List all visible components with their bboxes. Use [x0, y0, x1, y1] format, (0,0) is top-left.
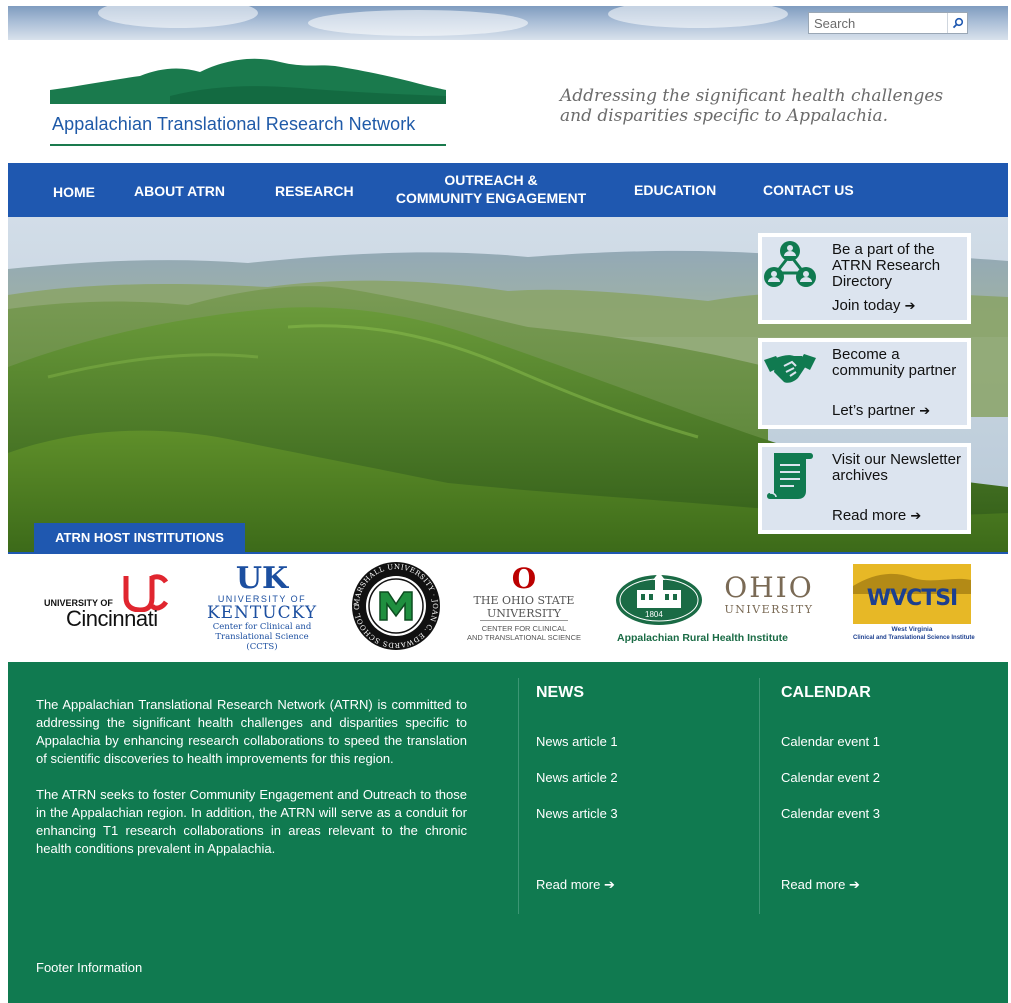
- ohio-state-line3: CENTER FOR CLINICAL: [481, 624, 567, 633]
- footer-information: Footer Information: [36, 960, 143, 975]
- nav-outreach-line: OUTREACH &: [444, 172, 538, 188]
- calendar-title: CALENDAR: [781, 684, 871, 701]
- promo-title: Be a part of the ATRN Research Directory: [832, 241, 941, 290]
- news-item[interactable]: News article 3: [536, 806, 618, 821]
- tagline-line: Addressing the significant health challe…: [560, 86, 944, 106]
- news-read-more[interactable]: Read more ➔: [536, 877, 615, 893]
- network-people-icon: [764, 241, 816, 287]
- mountains-logo-icon: [50, 58, 446, 104]
- calendar-read-more[interactable]: Read more ➔: [781, 877, 860, 893]
- search-input[interactable]: [809, 13, 947, 33]
- about-paragraph: The ATRN seeks to foster Community Engag…: [36, 787, 467, 856]
- cloud-decoration: [98, 6, 258, 28]
- nav-contact[interactable]: CONTACT US: [763, 181, 854, 199]
- nav-education[interactable]: EDUCATION: [634, 181, 716, 199]
- handshake-icon: [764, 354, 816, 383]
- nav-research[interactable]: RESEARCH: [275, 182, 354, 200]
- wvctsi-line1: West Virginia: [891, 626, 933, 633]
- kentucky-line2: KENTUCKY: [206, 603, 318, 623]
- logo-ohio-state-university[interactable]: O THE OHIO STATE UNIVERSITY CENTER FOR C…: [458, 564, 590, 654]
- host-institutions-logos: UNIVERSITY OF Cincinnati UK UNIVERSITY O…: [8, 554, 1008, 662]
- search-button[interactable]: [947, 13, 967, 33]
- cloud-decoration: [308, 10, 528, 36]
- logo-underline: [50, 144, 446, 146]
- arrow-right-icon: ➔: [904, 298, 916, 313]
- page: Appalachian Translational Research Netwo…: [8, 6, 1008, 1003]
- footer: The Appalachian Translational Research N…: [8, 662, 1008, 1003]
- wvctsi-line2: Clinical and Translational Science Insti…: [853, 635, 975, 641]
- ohio-u-line2: UNIVERSITY: [724, 603, 814, 616]
- top-banner: [8, 6, 1008, 40]
- nav-outreach-line: COMMUNITY ENGAGEMENT: [395, 190, 587, 206]
- search-icon: [952, 17, 963, 29]
- news-item[interactable]: News article 2: [536, 770, 618, 785]
- ohio-state-line1: THE OHIO STATE: [473, 594, 575, 607]
- arrow-right-icon: ➔: [919, 403, 931, 418]
- calendar-item[interactable]: Calendar event 1: [781, 734, 880, 749]
- logo-university-of-cincinnati[interactable]: UNIVERSITY OF Cincinnati: [44, 572, 176, 634]
- nav-outreach[interactable]: OUTREACH & COMMUNITY ENGAGEMENT: [392, 171, 590, 207]
- promo-link-label: Let’s partner: [832, 402, 916, 419]
- site-logo[interactable]: Appalachian Translational Research Netwo…: [50, 56, 446, 146]
- ohio-u-year: 1804: [645, 610, 663, 619]
- cloud-decoration: [608, 6, 788, 28]
- ohio-state-line2: UNIVERSITY: [480, 607, 568, 621]
- promo-link[interactable]: Join today ➔: [832, 297, 915, 314]
- search-box: [808, 12, 968, 34]
- logo-marshall-university[interactable]: MARSHALL UNIVERSITY · JOAN C. EDWARDS SC…: [346, 554, 442, 652]
- calendar-column: CALENDAR Calendar event 1 Calendar event…: [759, 678, 999, 914]
- promo-title: Become a community partner: [832, 346, 957, 379]
- logo-university-of-kentucky[interactable]: UK UNIVERSITY OF KENTUCKY Center for Cli…: [200, 564, 324, 654]
- host-institutions-tab: ATRN HOST INSTITUTIONS: [34, 523, 245, 553]
- wvctsi-mark: WVCTSI: [866, 586, 958, 611]
- logo-ohio-university[interactable]: 1804 OHIO UNIVERSITY Appalachian Rural H…: [615, 570, 825, 650]
- arrow-right-icon: ➔: [910, 508, 922, 523]
- site-header: Appalachian Translational Research Netwo…: [8, 40, 1008, 163]
- about-paragraph: The Appalachian Translational Research N…: [36, 697, 467, 766]
- promo-link[interactable]: Let’s partner ➔: [832, 402, 930, 419]
- news-column: NEWS News article 1 News article 2 News …: [518, 678, 758, 914]
- logo-wvctsi[interactable]: WVCTSI West Virginia Clinical and Transl…: [853, 564, 975, 652]
- nav-home[interactable]: HOME: [53, 183, 95, 201]
- main-nav: HOME ABOUT ATRN RESEARCH OUTREACH & COMM…: [8, 163, 1008, 217]
- kentucky-line4: Translational Science (CCTS): [215, 632, 309, 652]
- promo-link-label: Read more: [832, 507, 907, 524]
- promo-link-label: Join today: [832, 297, 901, 314]
- tagline: Addressing the significant health challe…: [560, 86, 980, 126]
- read-more-label: Read more: [536, 877, 601, 892]
- hero-banner: Be a part of the ATRN Research Directory…: [8, 217, 1008, 553]
- calendar-item[interactable]: Calendar event 3: [781, 806, 880, 821]
- promo-panel: Be a part of the ATRN Research Directory…: [762, 237, 967, 320]
- calendar-item[interactable]: Calendar event 2: [781, 770, 880, 785]
- arrow-right-icon: ➔: [603, 877, 615, 892]
- marshall-seal-icon: MARSHALL UNIVERSITY · JOAN C. EDWARDS SC…: [346, 554, 440, 650]
- promo-title: Visit our Newsletter archives: [832, 451, 961, 484]
- promo-panel: Visit our Newsletter archives Read more …: [762, 447, 967, 530]
- about-text: The Appalachian Translational Research N…: [36, 696, 467, 858]
- ohio-state-mark: O: [511, 562, 537, 595]
- promo-research-directory[interactable]: Be a part of the ATRN Research Directory…: [758, 233, 971, 324]
- site-name: Appalachian Translational Research Netwo…: [52, 114, 416, 134]
- scroll-icon: [767, 453, 813, 499]
- arrow-right-icon: ➔: [848, 877, 860, 892]
- read-more-label: Read more: [781, 877, 846, 892]
- ohio-u-line1: OHIO: [724, 571, 814, 604]
- ohio-state-line4: AND TRANSLATIONAL SCIENCE: [466, 633, 582, 642]
- cincinnati-line2: Cincinnati: [66, 606, 158, 631]
- ohio-u-line3: Appalachian Rural Health Institute: [617, 632, 788, 644]
- nav-about[interactable]: ABOUT ATRN: [134, 182, 225, 200]
- promo-link[interactable]: Read more ➔: [832, 507, 921, 524]
- promo-panel: Become a community partner Let’s partner…: [762, 342, 967, 425]
- kentucky-line3: Center for Clinical and: [212, 622, 312, 632]
- news-title: NEWS: [536, 684, 584, 701]
- promo-community-partner[interactable]: Become a community partner Let’s partner…: [758, 338, 971, 429]
- promo-newsletter[interactable]: Visit our Newsletter archives Read more …: [758, 443, 971, 534]
- tagline-line: and disparities specific to Appalachia.: [560, 106, 889, 126]
- uk-mark: UK: [235, 561, 289, 596]
- news-item[interactable]: News article 1: [536, 734, 618, 749]
